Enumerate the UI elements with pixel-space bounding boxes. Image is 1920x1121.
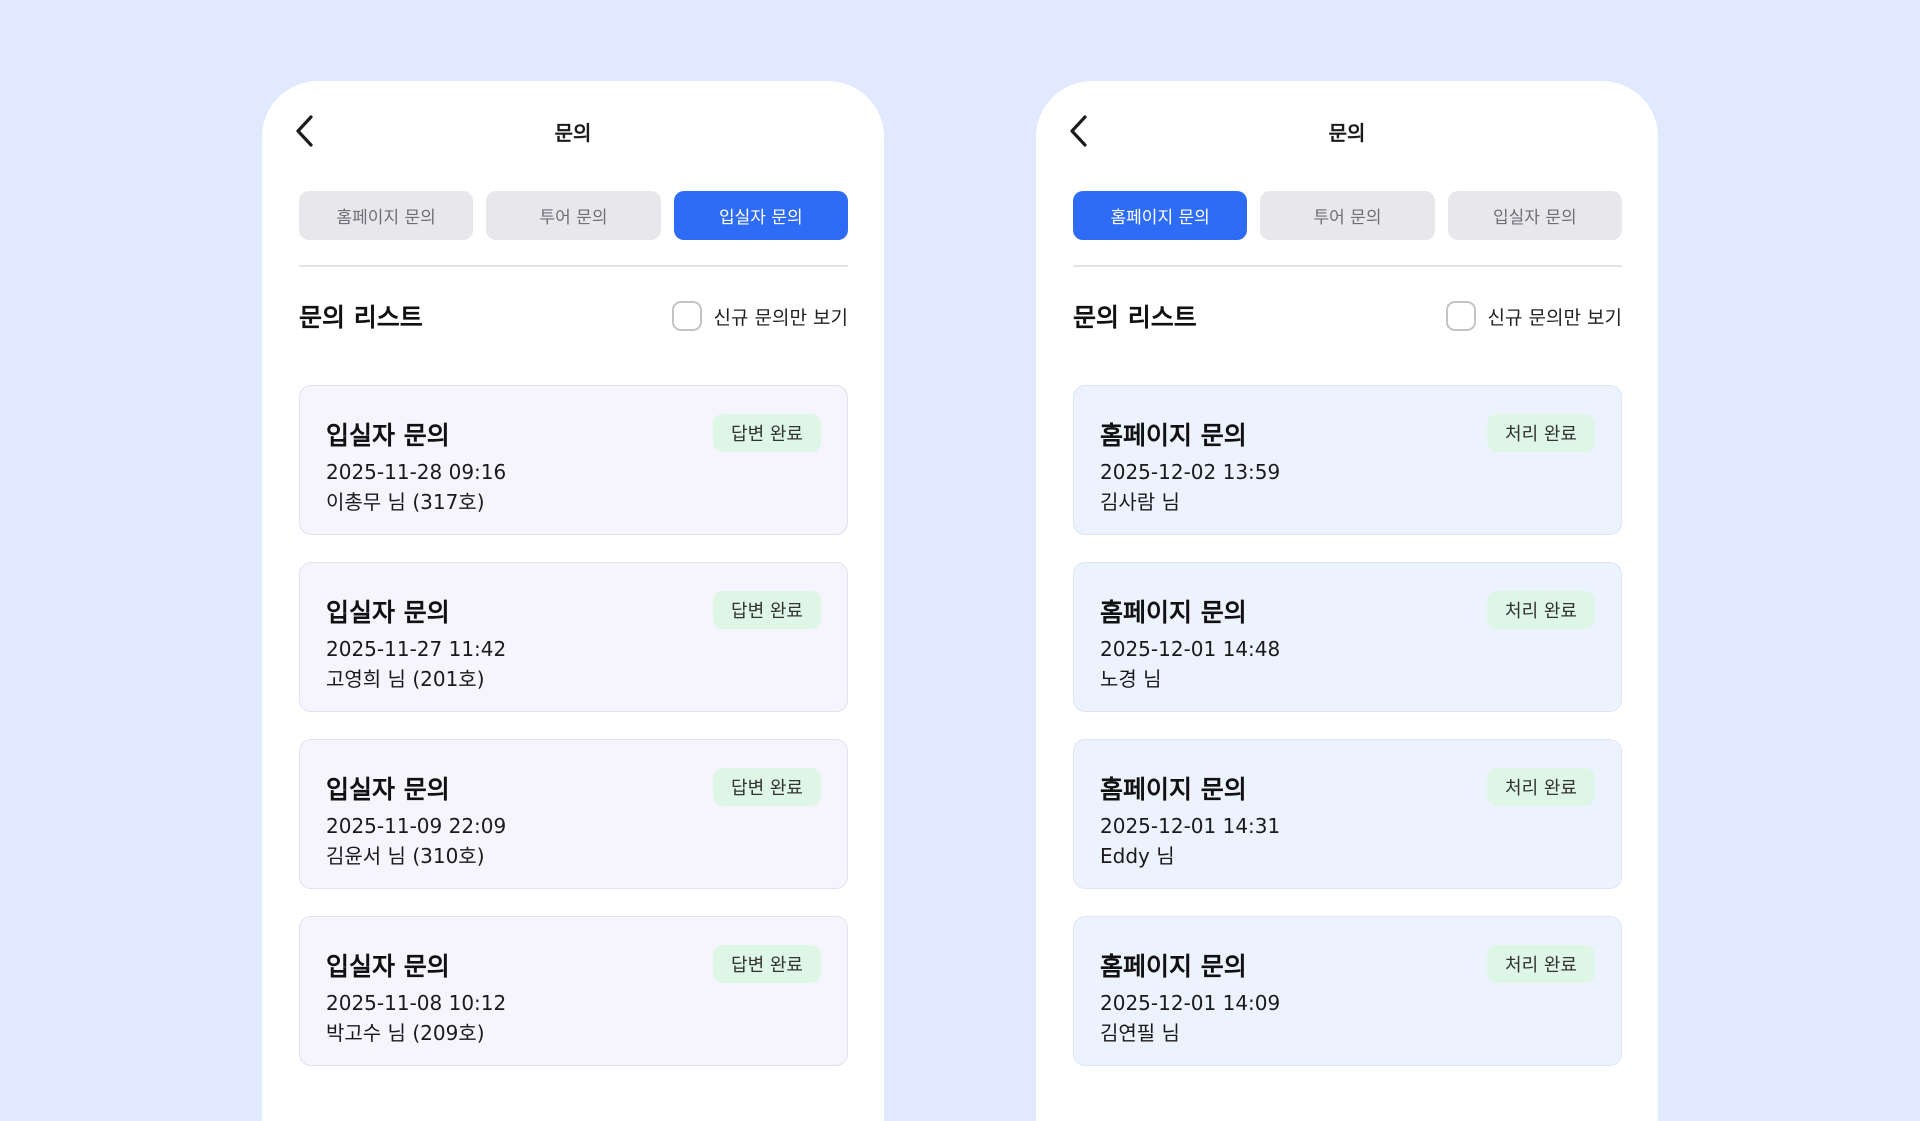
card-user: Eddy 님: [1100, 844, 1175, 868]
card-date: 2025-11-27 11:42: [326, 637, 507, 661]
inquiry-card[interactable]: 홈페이지 문의 처리 완료 2025-12-01 14:31 Eddy 님: [1073, 739, 1622, 889]
inquiry-card[interactable]: 입실자 문의 답변 완료 2025-11-08 10:12 박고수 님 (209…: [299, 916, 848, 1066]
card-title: 입실자 문의: [326, 775, 450, 804]
status-badge: 답변 완료: [713, 591, 821, 629]
card-title: 홈페이지 문의: [1100, 598, 1247, 627]
card-title: 홈페이지 문의: [1100, 775, 1247, 804]
tab-bar: 홈페이지 문의 투어 문의 입실자 문의: [1073, 191, 1622, 240]
filter-label: 신규 문의만 보기: [1487, 306, 1622, 329]
tab-resident-inquiry[interactable]: 입실자 문의: [1447, 191, 1622, 240]
card-user: 김사람 님: [1100, 490, 1180, 514]
new-only-checkbox[interactable]: [1445, 301, 1476, 331]
tab-homepage-inquiry[interactable]: 홈페이지 문의: [299, 191, 474, 240]
list-title: 문의 리스트: [1073, 303, 1197, 332]
card-user: 박고수 님 (209호): [326, 1021, 485, 1045]
inquiry-list: 입실자 문의 답변 완료 2025-11-28 09:16 이총무 님 (317…: [299, 385, 848, 1093]
new-only-filter[interactable]: 신규 문의만 보기: [671, 301, 848, 331]
tab-homepage-inquiry[interactable]: 홈페이지 문의: [1073, 191, 1248, 240]
card-title: 홈페이지 문의: [1100, 421, 1247, 450]
new-only-filter[interactable]: 신규 문의만 보기: [1445, 301, 1622, 331]
inquiry-card[interactable]: 입실자 문의 답변 완료 2025-11-28 09:16 이총무 님 (317…: [299, 385, 848, 535]
card-user: 김윤서 님 (310호): [326, 844, 485, 868]
status-badge: 답변 완료: [713, 945, 821, 983]
filter-label: 신규 문의만 보기: [713, 306, 848, 329]
phone-screen-left: 문의 홈페이지 문의 투어 문의 입실자 문의 문의 리스트 신규 문의만 보기…: [262, 81, 884, 1121]
card-date: 2025-12-01 14:09: [1100, 991, 1281, 1015]
status-badge: 처리 완료: [1487, 768, 1595, 806]
inquiry-card[interactable]: 홈페이지 문의 처리 완료 2025-12-01 14:48 노경 님: [1073, 562, 1622, 712]
inquiry-card[interactable]: 홈페이지 문의 처리 완료 2025-12-02 13:59 김사람 님: [1073, 385, 1622, 535]
phone-screen-right: 문의 홈페이지 문의 투어 문의 입실자 문의 문의 리스트 신규 문의만 보기…: [1036, 81, 1658, 1121]
header: 문의: [1036, 81, 1658, 181]
page-title: 문의: [554, 121, 592, 145]
card-user: 노경 님: [1100, 667, 1162, 691]
tab-tour-inquiry[interactable]: 투어 문의: [1260, 191, 1435, 240]
tab-resident-inquiry[interactable]: 입실자 문의: [673, 191, 848, 240]
card-title: 입실자 문의: [326, 598, 450, 627]
card-date: 2025-11-09 22:09: [326, 814, 507, 838]
header: 문의: [262, 81, 884, 181]
card-title: 입실자 문의: [326, 952, 450, 981]
inquiry-list: 홈페이지 문의 처리 완료 2025-12-02 13:59 김사람 님 홈페이…: [1073, 385, 1622, 1093]
new-only-checkbox[interactable]: [671, 301, 702, 331]
status-badge: 답변 완료: [713, 414, 821, 452]
status-badge: 처리 완료: [1487, 945, 1595, 983]
card-date: 2025-12-01 14:48: [1100, 637, 1281, 661]
list-header: 문의 리스트 신규 문의만 보기: [299, 294, 848, 338]
card-date: 2025-11-28 09:16: [326, 460, 507, 484]
card-user: 고영희 님 (201호): [326, 667, 485, 691]
divider: [1073, 265, 1622, 267]
card-date: 2025-12-02 13:59: [1100, 460, 1281, 484]
status-badge: 처리 완료: [1487, 591, 1595, 629]
card-date: 2025-12-01 14:31: [1100, 814, 1281, 838]
inquiry-card[interactable]: 입실자 문의 답변 완료 2025-11-27 11:42 고영희 님 (201…: [299, 562, 848, 712]
card-title: 입실자 문의: [326, 421, 450, 450]
status-badge: 답변 완료: [713, 768, 821, 806]
card-title: 홈페이지 문의: [1100, 952, 1247, 981]
card-date: 2025-11-08 10:12: [326, 991, 507, 1015]
page-title: 문의: [1328, 121, 1366, 145]
list-header: 문의 리스트 신규 문의만 보기: [1073, 294, 1622, 338]
inquiry-card[interactable]: 입실자 문의 답변 완료 2025-11-09 22:09 김윤서 님 (310…: [299, 739, 848, 889]
tab-tour-inquiry[interactable]: 투어 문의: [486, 191, 661, 240]
card-user: 이총무 님 (317호): [326, 490, 485, 514]
status-badge: 처리 완료: [1487, 414, 1595, 452]
divider: [299, 265, 848, 267]
inquiry-card[interactable]: 홈페이지 문의 처리 완료 2025-12-01 14:09 김연필 님: [1073, 916, 1622, 1066]
list-title: 문의 리스트: [299, 303, 423, 332]
tab-bar: 홈페이지 문의 투어 문의 입실자 문의: [299, 191, 848, 240]
card-user: 김연필 님: [1100, 1021, 1180, 1045]
